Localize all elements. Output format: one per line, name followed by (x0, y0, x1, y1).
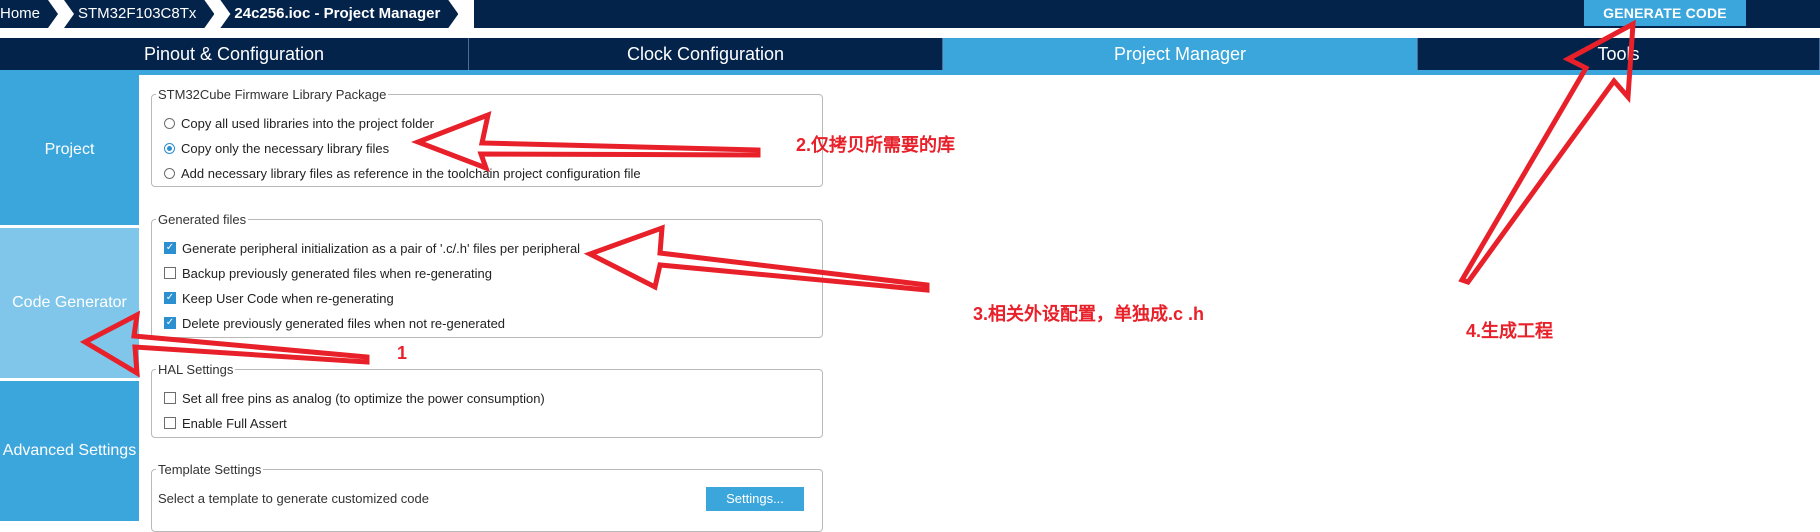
tab-clock-configuration[interactable]: Clock Configuration (469, 38, 943, 70)
firmware-option-copy-all[interactable]: Copy all used libraries into the project… (164, 114, 434, 132)
generated-files-group: Generated files ✓ Generate peripheral in… (151, 212, 823, 338)
firmware-package-group: STM32Cube Firmware Library Package Copy … (151, 87, 823, 187)
annotation-label-3: 3.相关外设配置，单独成.c .h (973, 304, 1205, 324)
hal-settings-legend: HAL Settings (158, 362, 234, 377)
tab-tools[interactable]: Tools (1418, 38, 1820, 70)
radio-button-selected[interactable] (164, 142, 175, 154)
template-description: Select a template to generate customized… (158, 491, 429, 506)
checkbox[interactable] (164, 267, 176, 279)
checkbox-checked[interactable]: ✓ (164, 317, 176, 329)
hal-option-full-assert[interactable]: Enable Full Assert (164, 414, 287, 432)
checkbox[interactable] (164, 392, 176, 404)
checkbox[interactable] (164, 417, 176, 429)
option-label: Enable Full Assert (182, 415, 287, 431)
tab-project-manager[interactable]: Project Manager (943, 38, 1418, 70)
breadcrumb-mcu[interactable]: STM32F103C8Tx (64, 0, 214, 28)
option-label: Delete previously generated files when n… (182, 315, 506, 331)
firmware-package-legend: STM32Cube Firmware Library Package (158, 87, 387, 102)
generate-code-button[interactable]: GENERATE CODE (1584, 0, 1746, 26)
breadcrumb: Home STM32F103C8Tx 24c256.ioc - Project … (0, 0, 464, 28)
top-bar: Home STM32F103C8Tx 24c256.ioc - Project … (0, 0, 1820, 28)
breadcrumb-project[interactable]: 24c256.ioc - Project Manager (220, 0, 458, 28)
sidebar-item-advanced-settings[interactable]: Advanced Settings (0, 381, 139, 521)
tab-underline (0, 70, 1820, 75)
template-settings-legend: Template Settings (158, 462, 262, 477)
radio-button[interactable] (164, 117, 175, 129)
generated-option-peripheral-pair[interactable]: ✓ Generate peripheral initialization as … (164, 239, 580, 257)
annotation-label-1: 1 (397, 343, 408, 363)
option-label: Add necessary library files as reference… (181, 165, 641, 181)
sidebar-item-code-generator[interactable]: Code Generator (0, 228, 139, 378)
option-label: Copy all used libraries into the project… (181, 115, 434, 131)
option-label: Generate peripheral initialization as a … (182, 240, 581, 256)
option-label: Backup previously generated files when r… (182, 265, 493, 281)
checkbox-checked[interactable]: ✓ (164, 242, 176, 254)
checkbox-checked[interactable]: ✓ (164, 292, 176, 304)
annotation-label-4: 4.生成工程 (1466, 321, 1554, 341)
sidebar: Project Code Generator Advanced Settings (0, 75, 139, 521)
template-settings-group: Template Settings Select a template to g… (151, 462, 823, 532)
generated-files-legend: Generated files (158, 212, 247, 227)
hal-settings-group: HAL Settings Set all free pins as analog… (151, 362, 823, 438)
generated-option-backup[interactable]: Backup previously generated files when r… (164, 264, 492, 282)
firmware-option-reference[interactable]: Add necessary library files as reference… (164, 164, 641, 182)
firmware-option-copy-necessary[interactable]: Copy only the necessary library files (164, 139, 389, 157)
option-label: Keep User Code when re-generating (182, 290, 394, 306)
template-settings-button[interactable]: Settings... (706, 487, 804, 511)
sidebar-item-project[interactable]: Project (0, 75, 139, 225)
generated-option-delete-previous[interactable]: ✓ Delete previously generated files when… (164, 314, 505, 332)
option-label: Copy only the necessary library files (181, 140, 390, 156)
option-label: Set all free pins as analog (to optimize… (182, 390, 545, 406)
radio-button[interactable] (164, 167, 175, 179)
breadcrumb-home[interactable]: Home (0, 0, 58, 28)
generated-option-keep-user-code[interactable]: ✓ Keep User Code when re-generating (164, 289, 394, 307)
hal-option-free-pins-analog[interactable]: Set all free pins as analog (to optimize… (164, 389, 545, 407)
main-tabs: Pinout & Configuration Clock Configurati… (0, 38, 1820, 70)
annotation-label-2: 2.仅拷贝所需要的库 (796, 135, 956, 155)
tab-pinout-configuration[interactable]: Pinout & Configuration (0, 38, 469, 70)
